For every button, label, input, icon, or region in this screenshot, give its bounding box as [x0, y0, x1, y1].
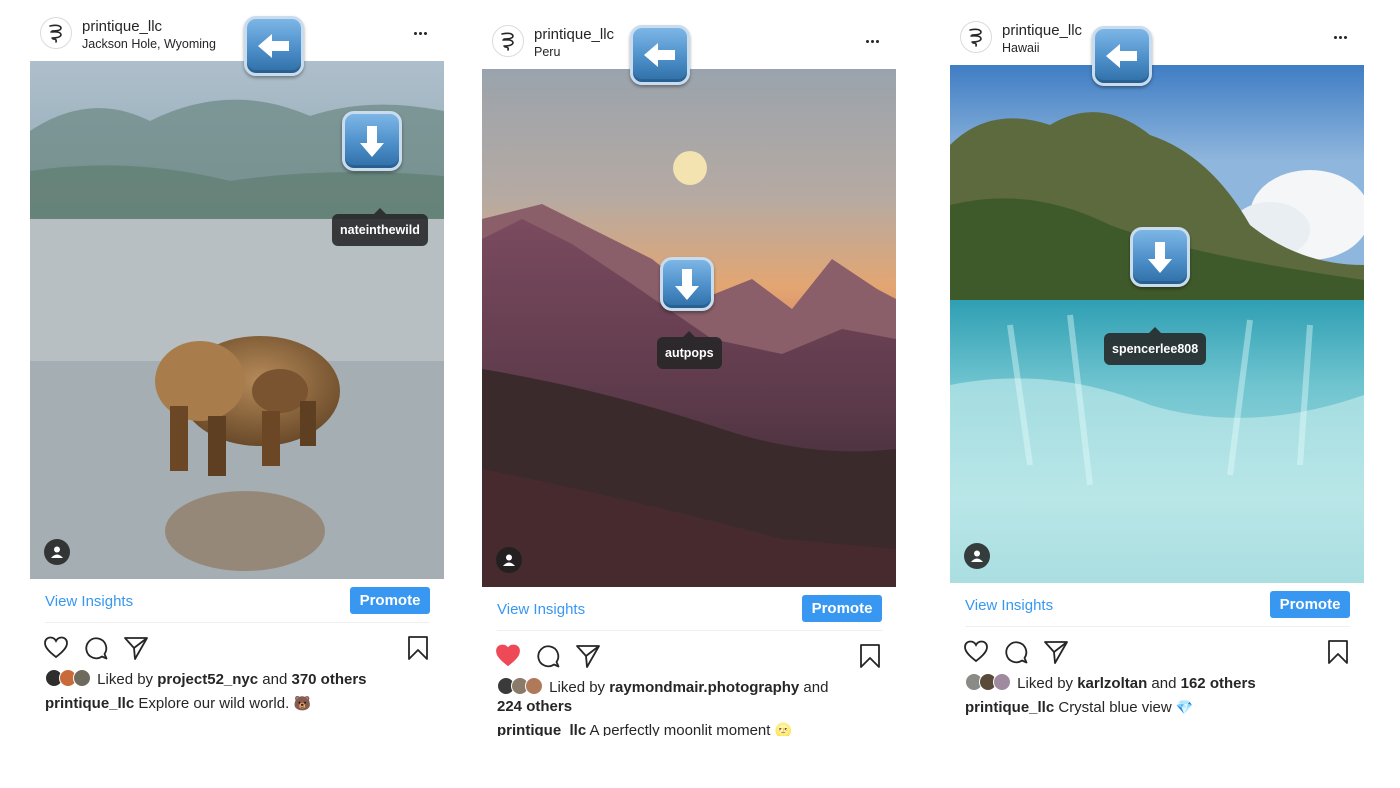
post-actions	[950, 627, 1364, 673]
bookmark-icon[interactable]	[1325, 639, 1351, 665]
caption-emoji: 💎	[1175, 699, 1194, 715]
profile-avatar[interactable]	[492, 25, 524, 57]
liker-avatars	[45, 669, 93, 687]
comment-icon[interactable]	[535, 643, 561, 669]
post-photo[interactable]: spencerlee808	[950, 65, 1364, 583]
liked-by-others[interactable]: 224 others	[497, 698, 572, 715]
more-options-icon[interactable]	[410, 23, 430, 43]
comment-icon[interactable]	[83, 635, 109, 661]
post-caption: printique_llc Crystal blue view 💎	[965, 699, 1364, 716]
post-location[interactable]: Jackson Hole, Wyoming	[82, 37, 216, 51]
left-arrow-key-icon	[630, 25, 690, 85]
post-header: printique_llc Hawaii	[950, 21, 1364, 67]
tagged-users-icon[interactable]	[44, 539, 70, 565]
photo-user-tag[interactable]: nateinthewild	[332, 208, 428, 246]
tagged-users-icon[interactable]	[496, 547, 522, 573]
send-icon[interactable]	[1043, 639, 1069, 665]
photo-user-tag[interactable]: spencerlee808	[1104, 327, 1207, 365]
promote-button[interactable]: Promote	[350, 587, 430, 614]
view-insights-link[interactable]: View Insights	[45, 593, 133, 610]
caption-text: Crystal blue view	[1058, 699, 1172, 716]
heart-icon[interactable]	[963, 639, 989, 665]
liked-by-user[interactable]: project52_nyc	[157, 671, 258, 688]
caption-text: A perfectly moonlit moment	[589, 722, 771, 736]
view-insights-link[interactable]: View Insights	[497, 601, 585, 618]
promote-button[interactable]: Promote	[1270, 591, 1350, 618]
liked-by-and: and	[803, 679, 829, 696]
post-username[interactable]: printique_llc	[82, 18, 162, 35]
post-location[interactable]: Peru	[534, 45, 560, 59]
insights-bar: View Insights Promote	[45, 579, 430, 623]
liked-by-and: and	[262, 671, 288, 688]
post-header: printique_llc Jackson Hole, Wyoming	[30, 17, 444, 63]
left-arrow-key-icon	[1092, 26, 1152, 86]
post-photo[interactable]: nateinthewild	[30, 61, 444, 579]
post-username[interactable]: printique_llc	[1002, 22, 1082, 39]
moonlit-mountain-image	[482, 69, 896, 587]
post-caption: printique_llc A perfectly moonlit moment…	[497, 722, 896, 736]
caption-emoji: 🌝	[774, 722, 793, 736]
heart-icon[interactable]	[43, 635, 69, 661]
photo-user-tag[interactable]: autpops	[657, 331, 722, 369]
post-photo[interactable]: autpops	[482, 69, 896, 587]
caption-username[interactable]: printique_llc	[965, 699, 1054, 716]
post-username[interactable]: printique_llc	[534, 26, 614, 43]
caption-username[interactable]: printique_llc	[45, 695, 134, 712]
heart-icon-liked[interactable]	[495, 643, 521, 669]
caption-emoji: 🐻	[293, 695, 311, 711]
likes-summary: Liked by project52_nyc and 370 others	[45, 669, 444, 689]
post-actions	[30, 623, 444, 669]
liked-by-prefix: Liked by	[97, 671, 154, 688]
send-icon[interactable]	[575, 643, 601, 669]
post-card-2: printique_llc Peru autpops View Insights…	[482, 25, 896, 736]
hawaii-lagoon-image	[950, 65, 1364, 583]
bookmark-icon[interactable]	[857, 643, 883, 669]
liked-by-user[interactable]: karlzoltan	[1077, 675, 1147, 692]
profile-avatar[interactable]	[40, 17, 72, 49]
caption-username[interactable]: printique_llc	[497, 722, 586, 736]
tagged-users-icon[interactable]	[964, 543, 990, 569]
down-arrow-key-icon	[660, 257, 714, 311]
liked-by-and: and	[1151, 675, 1177, 692]
down-arrow-key-icon	[1130, 227, 1190, 287]
view-insights-link[interactable]: View Insights	[965, 597, 1053, 614]
post-caption: printique_llc Explore our wild world. 🐻	[45, 695, 444, 712]
liked-by-others[interactable]: 162 others	[1181, 675, 1256, 692]
post-location[interactable]: Hawaii	[1002, 41, 1040, 55]
printique-logo-icon	[969, 28, 982, 47]
printique-logo-icon	[49, 24, 62, 43]
down-arrow-key-icon	[342, 111, 402, 171]
likes-summary: Liked by raymondmair.photography and 224…	[497, 677, 857, 716]
liked-by-prefix: Liked by	[549, 679, 606, 696]
more-options-icon[interactable]	[862, 31, 882, 51]
insights-bar: View Insights Promote	[497, 587, 882, 631]
liked-by-user[interactable]: raymondmair.photography	[609, 679, 799, 696]
liked-by-prefix: Liked by	[1017, 675, 1074, 692]
likes-summary: Liked by karlzoltan and 162 others	[965, 673, 1364, 693]
left-arrow-key-icon	[244, 16, 304, 76]
send-icon[interactable]	[123, 635, 149, 661]
insights-bar: View Insights Promote	[965, 583, 1350, 627]
comment-icon[interactable]	[1003, 639, 1029, 665]
printique-logo-icon	[501, 32, 514, 51]
post-actions	[482, 631, 896, 677]
liker-avatars	[497, 677, 545, 695]
more-options-icon[interactable]	[1330, 27, 1350, 47]
promote-button[interactable]: Promote	[802, 595, 882, 622]
profile-avatar[interactable]	[960, 21, 992, 53]
post-card-1: printique_llc Jackson Hole, Wyoming nate…	[30, 16, 444, 712]
caption-text: Explore our wild world.	[138, 695, 290, 712]
liker-avatars	[965, 673, 1013, 691]
liked-by-others[interactable]: 370 others	[291, 671, 366, 688]
bookmark-icon[interactable]	[405, 635, 431, 661]
post-card-3: printique_llc Hawaii spencerlee808 View …	[950, 21, 1364, 716]
